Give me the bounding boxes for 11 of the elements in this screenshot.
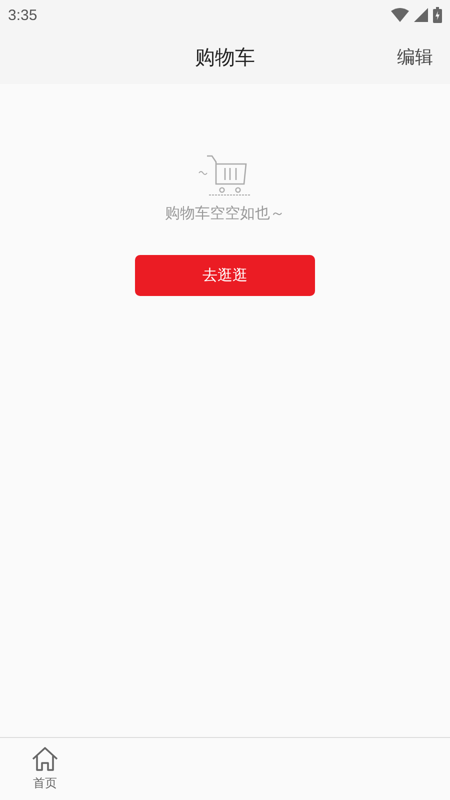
empty-cart-message: 购物车空空如也～: [165, 204, 285, 223]
battery-icon: [433, 7, 442, 23]
edit-button[interactable]: 编辑: [397, 45, 433, 69]
wifi-icon: [391, 8, 409, 22]
page-title: 购物车: [195, 44, 255, 70]
home-icon: [31, 746, 59, 772]
go-shopping-button[interactable]: 去逛逛: [135, 255, 315, 296]
signal-icon: [414, 8, 428, 22]
nav-tab[interactable]: 首页: [0, 738, 90, 800]
shopping-cart-icon: [198, 154, 252, 198]
status-time: 3:35: [8, 6, 38, 24]
